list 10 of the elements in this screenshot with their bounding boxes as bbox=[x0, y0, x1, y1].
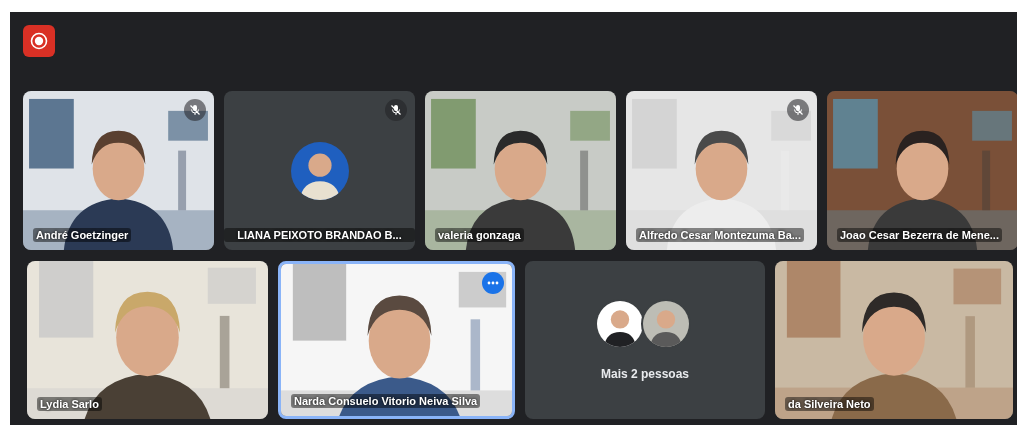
participant-name: Alfredo Cesar Montezuma Ba... bbox=[636, 228, 804, 242]
more-participants-label[interactable]: Mais 2 pessoas bbox=[600, 367, 690, 381]
participant-name: Joao Cesar Bezerra de Mene... bbox=[837, 228, 1002, 242]
participant-name: valeria gonzaga bbox=[435, 228, 524, 242]
three-dots-icon bbox=[487, 281, 499, 285]
record-icon bbox=[30, 32, 48, 50]
participant-name: André Goetzinger bbox=[33, 228, 132, 242]
participant-name: LIANA PEIXOTO BRANDAO B... bbox=[224, 228, 415, 242]
record-button[interactable] bbox=[23, 25, 55, 57]
participant-name: da Silveira Neto bbox=[785, 397, 874, 411]
